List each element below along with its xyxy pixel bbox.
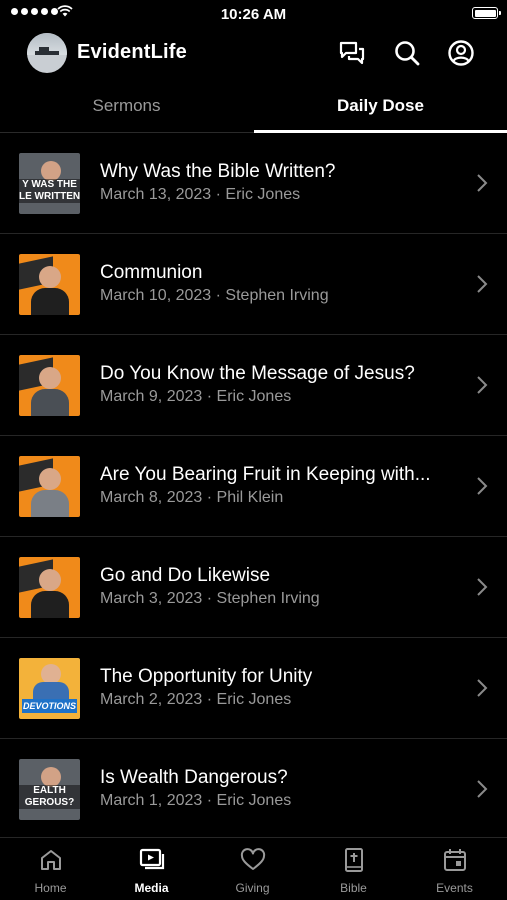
item-thumbnail: Y WAS THE LE WRITTEN <box>19 153 80 214</box>
app-title: EvidentLife <box>77 41 187 63</box>
tab-daily-dose[interactable]: Daily Dose <box>254 96 507 116</box>
account-icon[interactable] <box>446 38 476 68</box>
item-date: March 10, 2023 <box>100 287 212 304</box>
tabbar-label: Media <box>134 881 169 895</box>
item-speaker: Stephen Irving <box>225 287 329 304</box>
meta-separator: · <box>215 186 221 203</box>
item-thumbnail: DEVOTIONS <box>19 658 80 719</box>
battery-icon <box>472 7 501 19</box>
item-meta: March 9, 2023 · Eric Jones <box>100 388 291 406</box>
item-thumbnail <box>19 456 80 517</box>
list-item[interactable]: DEVOTIONS The Opportunity for Unity Marc… <box>0 638 507 739</box>
list-item[interactable]: Are You Bearing Fruit in Keeping with...… <box>0 436 507 537</box>
item-speaker: Eric Jones <box>216 792 292 809</box>
item-title: The Opportunity for Unity <box>100 666 313 687</box>
tabbar-label: Home <box>34 881 67 895</box>
chat-icon[interactable] <box>337 38 367 68</box>
tabbar-events[interactable]: Events <box>404 838 505 900</box>
list-item[interactable]: Communion March 10, 2023 · Stephen Irvin… <box>0 234 507 335</box>
tabbar-media[interactable]: Media <box>101 838 202 900</box>
chevron-right-icon <box>477 679 488 697</box>
meta-separator: · <box>206 489 213 506</box>
item-meta: March 13, 2023 · Eric Jones <box>100 186 300 204</box>
chevron-right-icon <box>477 780 488 798</box>
chevron-right-icon <box>477 477 488 495</box>
home-icon <box>41 850 61 870</box>
app-logo[interactable] <box>27 33 67 73</box>
item-meta: March 3, 2023 · Stephen Irving <box>100 590 320 608</box>
chevron-right-icon <box>477 578 488 596</box>
item-thumbnail <box>19 254 80 315</box>
status-bar: 10:26 AM <box>0 0 507 28</box>
item-meta: March 2, 2023 · Eric Jones <box>100 691 291 709</box>
meta-separator: · <box>206 691 213 708</box>
item-date: March 13, 2023 <box>100 186 212 203</box>
chevron-right-icon <box>477 376 488 394</box>
item-date: March 3, 2023 <box>100 590 203 607</box>
calendar-icon <box>444 849 466 871</box>
media-list: Y WAS THE LE WRITTEN Why Was the Bible W… <box>0 133 507 840</box>
bottom-tab-bar: Home Media Giving Bible Events <box>0 837 507 900</box>
tabbar-bible[interactable]: Bible <box>303 838 404 900</box>
search-icon[interactable] <box>392 38 422 68</box>
list-item[interactable]: Do You Know the Message of Jesus? March … <box>0 335 507 436</box>
list-item[interactable]: Go and Do Likewise March 3, 2023 · Steph… <box>0 537 507 638</box>
app-header: EvidentLife <box>0 28 507 78</box>
media-icon <box>139 848 165 870</box>
list-item[interactable]: Y WAS THE LE WRITTEN Why Was the Bible W… <box>0 133 507 234</box>
heart-icon <box>240 848 266 870</box>
meta-separator: · <box>206 590 213 607</box>
thumbnail-text: EALTH GEROUS? <box>19 785 80 809</box>
segment-tabs: Sermons Daily Dose <box>0 84 507 133</box>
item-speaker: Eric Jones <box>216 388 292 405</box>
item-date: March 2, 2023 <box>100 691 203 708</box>
item-date: March 1, 2023 <box>100 792 203 809</box>
item-speaker: Stephen Irving <box>216 590 320 607</box>
item-thumbnail: EALTH GEROUS? <box>19 759 80 820</box>
chevron-right-icon <box>477 275 488 293</box>
tab-sermons[interactable]: Sermons <box>0 96 253 116</box>
item-title: Are You Bearing Fruit in Keeping with... <box>100 464 431 485</box>
meta-separator: · <box>206 388 213 405</box>
tabbar-giving[interactable]: Giving <box>202 838 303 900</box>
meta-separator: · <box>206 792 213 809</box>
item-title: Do You Know the Message of Jesus? <box>100 363 415 384</box>
status-time: 10:26 AM <box>220 6 287 23</box>
item-meta: March 1, 2023 · Eric Jones <box>100 792 291 810</box>
item-date: March 9, 2023 <box>100 388 203 405</box>
item-date: March 8, 2023 <box>100 489 203 506</box>
item-speaker: Eric Jones <box>216 691 292 708</box>
item-title: Communion <box>100 262 203 283</box>
item-speaker: Eric Jones <box>225 186 301 203</box>
item-thumbnail <box>19 355 80 416</box>
item-title: Why Was the Bible Written? <box>100 161 336 182</box>
item-meta: March 10, 2023 · Stephen Irving <box>100 287 329 305</box>
item-thumbnail <box>19 557 80 618</box>
item-title: Go and Do Likewise <box>100 565 271 586</box>
item-speaker: Phil Klein <box>216 489 284 506</box>
tabbar-label: Events <box>436 881 473 895</box>
meta-separator: · <box>215 287 221 304</box>
thumbnail-text: Y WAS THE LE WRITTEN <box>19 179 80 203</box>
list-item[interactable]: EALTH GEROUS? Is Wealth Dangerous? March… <box>0 739 507 840</box>
chevron-right-icon <box>477 174 488 192</box>
item-title: Is Wealth Dangerous? <box>100 767 288 788</box>
item-meta: March 8, 2023 · Phil Klein <box>100 489 283 507</box>
tabbar-label: Bible <box>340 881 367 895</box>
tabbar-label: Giving <box>235 881 270 895</box>
bible-icon <box>345 848 363 872</box>
tabbar-home[interactable]: Home <box>0 838 101 900</box>
thumbnail-text: DEVOTIONS <box>22 699 77 713</box>
